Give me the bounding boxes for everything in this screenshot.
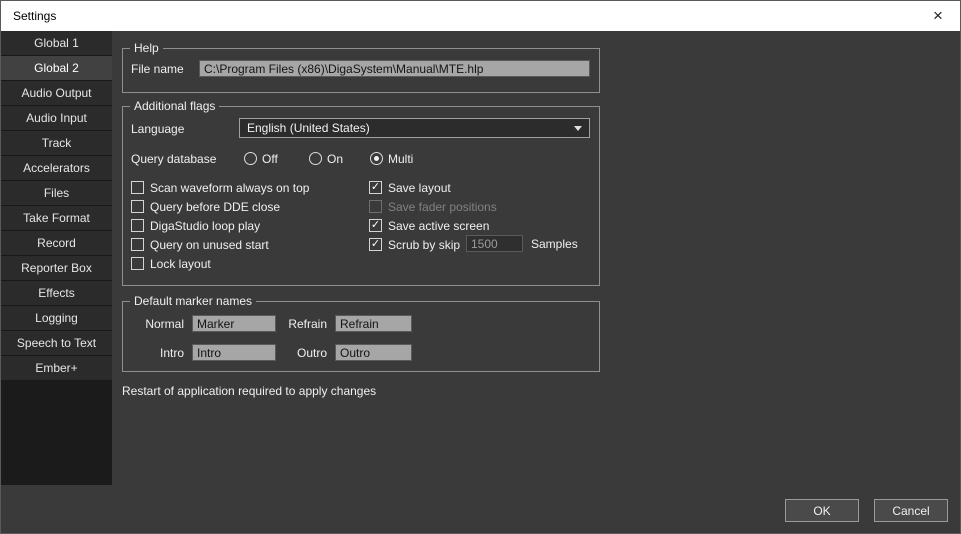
query-database-label: Query database — [131, 152, 216, 167]
checkbox-query-on-unused-start[interactable]: Query on unused start — [131, 237, 269, 252]
radio-label: Off — [262, 152, 278, 166]
checkbox-box[interactable] — [369, 238, 382, 251]
outro-marker-input[interactable] — [335, 344, 412, 361]
additional-flags-group: Additional flags Language English (Unite… — [122, 106, 600, 286]
checkbox-box[interactable] — [131, 181, 144, 194]
intro-marker-input[interactable] — [192, 344, 276, 361]
sidebar-item-files[interactable]: Files — [1, 181, 112, 206]
checkbox-save-fader-positions: Save fader positions — [369, 199, 497, 214]
sidebar-item-ember[interactable]: Ember+ — [1, 356, 112, 381]
sidebar-item-track[interactable]: Track — [1, 131, 112, 156]
sidebar-item-take-format[interactable]: Take Format — [1, 206, 112, 231]
file-name-input[interactable] — [199, 60, 590, 77]
default-marker-names-legend: Default marker names — [130, 294, 256, 309]
samples-label: Samples — [531, 237, 578, 252]
checkbox-label: Scan waveform always on top — [150, 181, 309, 195]
intro-label: Intro — [131, 346, 184, 361]
checkbox-label: Lock layout — [150, 257, 211, 271]
radio-query-multi[interactable]: Multi — [370, 151, 413, 166]
file-name-label: File name — [131, 62, 184, 77]
checkbox-label: DigaStudio loop play — [150, 219, 260, 233]
help-group-legend: Help — [130, 41, 163, 56]
checkbox-query-before-dde-close[interactable]: Query before DDE close — [131, 199, 280, 214]
scrub-samples-input — [466, 235, 523, 252]
radio-circle[interactable] — [309, 152, 322, 165]
sidebar: Global 1 Global 2 Audio Output Audio Inp… — [1, 31, 112, 485]
settings-dialog: Settings × Global 1 Global 2 Audio Outpu… — [0, 0, 961, 534]
sidebar-item-record[interactable]: Record — [1, 231, 112, 256]
checkbox-scan-waveform-always-on-top[interactable]: Scan waveform always on top — [131, 180, 309, 195]
close-button[interactable]: × — [916, 1, 960, 31]
sidebar-item-accelerators[interactable]: Accelerators — [1, 156, 112, 181]
checkbox-box — [369, 200, 382, 213]
checkbox-scrub-by-skip[interactable]: Scrub by skip — [369, 237, 460, 252]
refrain-label: Refrain — [287, 317, 327, 332]
checkbox-save-layout[interactable]: Save layout — [369, 180, 451, 195]
radio-circle[interactable] — [244, 152, 257, 165]
radio-label: Multi — [388, 152, 413, 166]
checkbox-label: Save layout — [388, 181, 451, 195]
language-select[interactable]: English (United States) — [239, 118, 590, 138]
checkbox-label: Save fader positions — [388, 200, 497, 214]
cancel-button[interactable]: Cancel — [874, 499, 948, 522]
checkbox-label: Query before DDE close — [150, 200, 280, 214]
window-title: Settings — [13, 1, 56, 31]
titlebar[interactable]: Settings × — [1, 1, 960, 31]
chevron-down-icon — [574, 126, 582, 131]
sidebar-item-audio-input[interactable]: Audio Input — [1, 106, 112, 131]
sidebar-item-global-1[interactable]: Global 1 — [1, 31, 112, 56]
checkbox-box[interactable] — [131, 257, 144, 270]
checkbox-save-active-screen[interactable]: Save active screen — [369, 218, 489, 233]
sidebar-item-speech-to-text[interactable]: Speech to Text — [1, 331, 112, 356]
radio-label: On — [327, 152, 343, 166]
checkbox-lock-layout[interactable]: Lock layout — [131, 256, 211, 271]
help-group: Help File name — [122, 48, 600, 93]
language-selected-value: English (United States) — [247, 121, 370, 135]
checkbox-box[interactable] — [131, 200, 144, 213]
close-icon: × — [933, 6, 943, 26]
sidebar-item-global-2[interactable]: Global 2 — [1, 56, 112, 81]
checkbox-box[interactable] — [131, 219, 144, 232]
sidebar-item-reporter-box[interactable]: Reporter Box — [1, 256, 112, 281]
outro-label: Outro — [287, 346, 327, 361]
sidebar-item-logging[interactable]: Logging — [1, 306, 112, 331]
radio-circle[interactable] — [370, 152, 383, 165]
checkbox-box[interactable] — [369, 181, 382, 194]
ok-button[interactable]: OK — [785, 499, 859, 522]
checkbox-box[interactable] — [131, 238, 144, 251]
refrain-marker-input[interactable] — [335, 315, 412, 332]
normal-label: Normal — [131, 317, 184, 332]
checkbox-label: Save active screen — [388, 219, 489, 233]
checkbox-box[interactable] — [369, 219, 382, 232]
language-label: Language — [131, 122, 184, 137]
sidebar-item-audio-output[interactable]: Audio Output — [1, 81, 112, 106]
radio-query-on[interactable]: On — [309, 151, 343, 166]
default-marker-names-group: Default marker names Normal Refrain Intr… — [122, 301, 600, 372]
restart-note: Restart of application required to apply… — [122, 384, 376, 398]
checkbox-digastudio-loop-play[interactable]: DigaStudio loop play — [131, 218, 260, 233]
checkbox-label: Query on unused start — [150, 238, 269, 252]
radio-query-off[interactable]: Off — [244, 151, 278, 166]
sidebar-item-effects[interactable]: Effects — [1, 281, 112, 306]
normal-marker-input[interactable] — [192, 315, 276, 332]
additional-flags-legend: Additional flags — [130, 99, 219, 114]
checkbox-label: Scrub by skip — [388, 238, 460, 252]
